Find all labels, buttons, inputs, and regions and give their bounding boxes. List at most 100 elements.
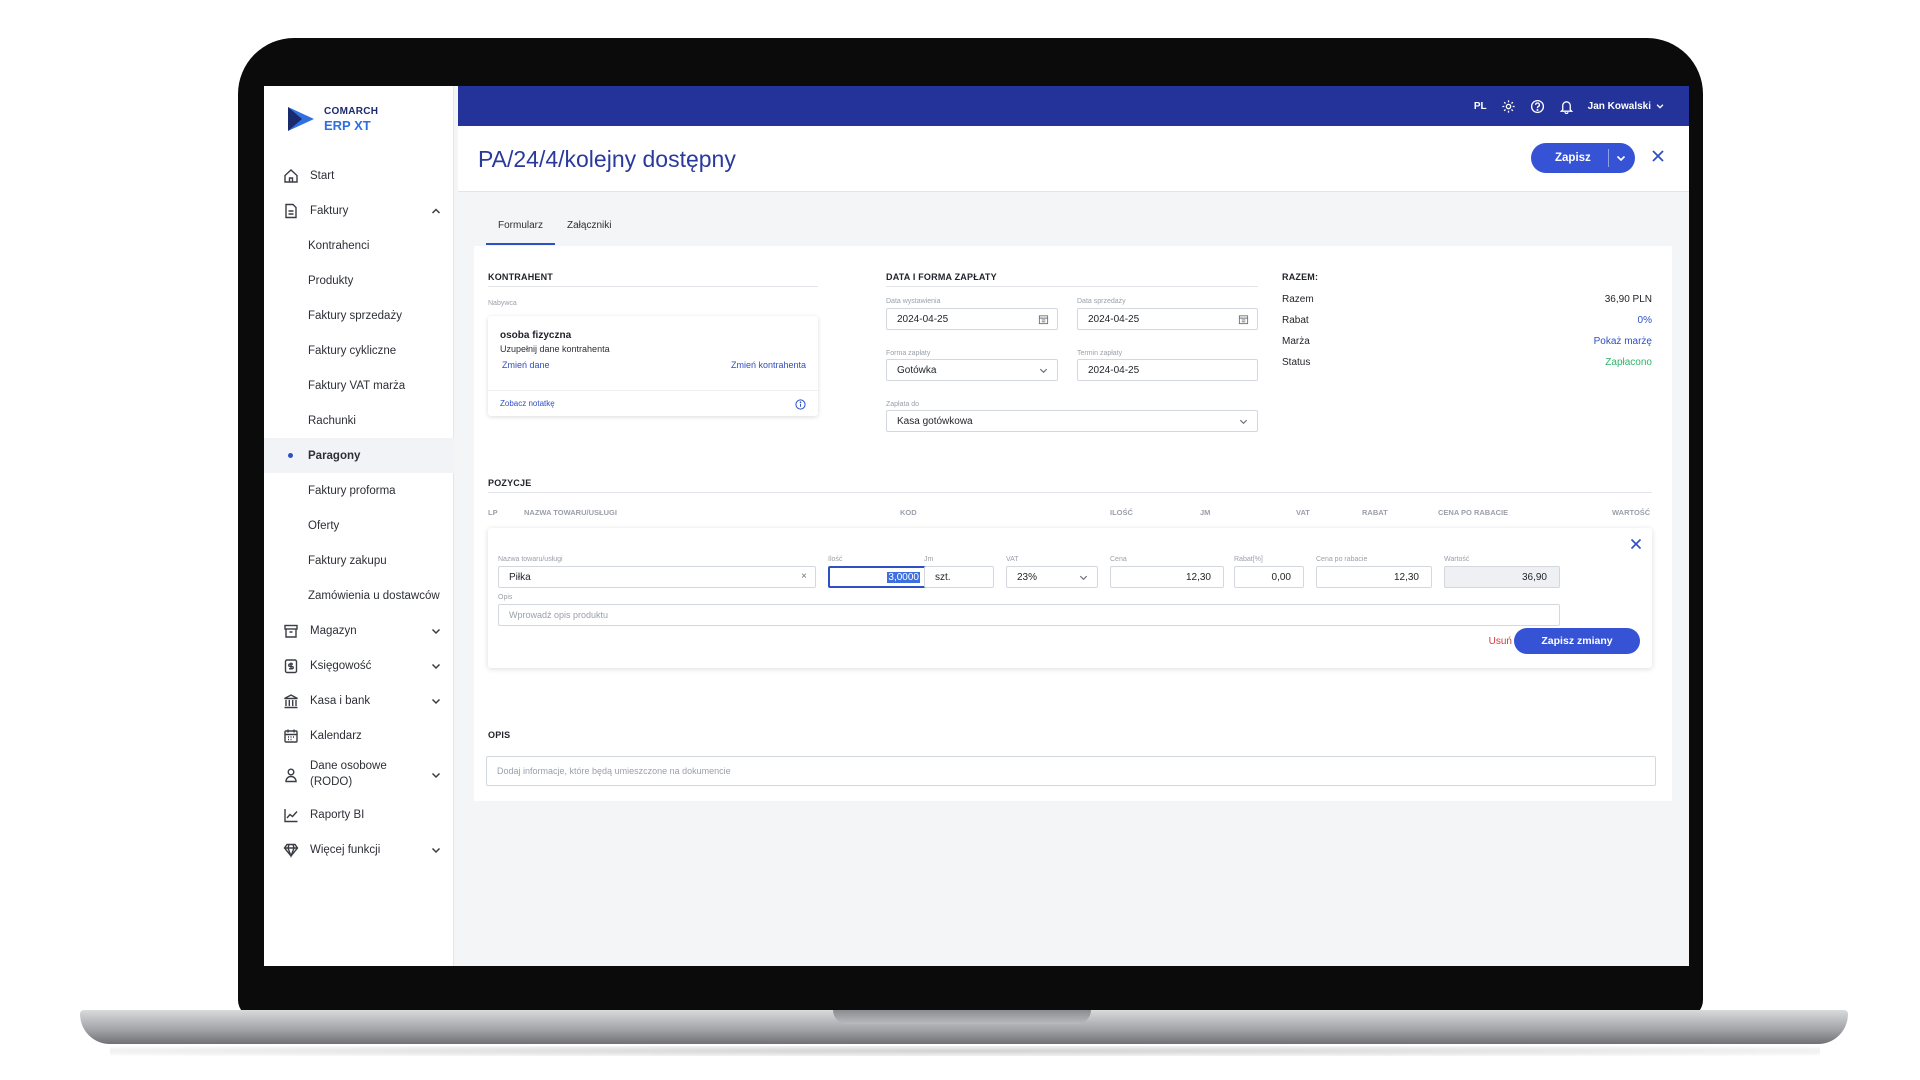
show-margin-link[interactable]: Pokaż marżę <box>1594 336 1652 347</box>
issue-date-value: 2024-04-25 <box>897 313 949 325</box>
language-switch[interactable]: PL <box>1474 101 1487 112</box>
unit-input[interactable]: szt. <box>924 566 994 588</box>
info-icon[interactable] <box>795 399 806 410</box>
close-icon[interactable] <box>1630 538 1642 550</box>
sidebar-item-faktury-sprzedazy[interactable]: Faktury sprzedaży <box>264 298 454 333</box>
help-icon[interactable] <box>1530 99 1545 114</box>
summary-row-margin: Marża Pokaż marżę <box>1282 336 1652 347</box>
price-value: 12,30 <box>1185 571 1211 583</box>
value-amount: 36,90 <box>1521 571 1547 583</box>
calendar-icon[interactable] <box>1238 314 1249 325</box>
bell-icon[interactable] <box>1559 99 1574 114</box>
sidebar-item-label: Zamówienia u dostawców <box>308 589 440 602</box>
sidebar-item-label: Start <box>310 169 335 182</box>
description-placeholder: Dodaj informacje, które będą umieszczone… <box>497 766 731 776</box>
chevron-up-icon <box>431 207 441 214</box>
gear-icon[interactable] <box>1501 99 1516 114</box>
qty-input[interactable]: 3,0000 <box>828 566 932 588</box>
save-button-label: Zapisz <box>1555 152 1591 164</box>
column-header-qty: ILOŚĆ <box>1110 508 1133 517</box>
sidebar-item-kasa-i-bank[interactable]: Kasa i bank <box>264 683 454 718</box>
sidebar-item-raporty-bi[interactable]: Raporty BI <box>264 797 454 832</box>
sidebar-item-faktury-zakupu[interactable]: Faktury zakupu <box>264 543 454 578</box>
contractor-card-footer: Zobacz notatkę <box>488 390 818 416</box>
item-name-input[interactable]: Piłka × <box>498 566 816 588</box>
buyer-label: Nabywca <box>488 300 517 307</box>
calendar-icon[interactable] <box>1038 314 1049 325</box>
see-note-link[interactable]: Zobacz notatkę <box>500 399 555 408</box>
contractor-section-title: KONTRAHENT <box>488 272 553 282</box>
sidebar-item-faktury[interactable]: Faktury <box>264 193 454 228</box>
chevron-down-icon <box>431 847 441 853</box>
delete-button[interactable]: Usuń <box>1489 636 1512 647</box>
sidebar-item-rachunki[interactable]: Rachunki <box>264 403 454 438</box>
sidebar-item-oferty[interactable]: Oferty <box>264 508 454 543</box>
top-bar: PL Jan Kowalski <box>458 86 1689 126</box>
vat-select[interactable]: 23% <box>1006 566 1098 588</box>
sidebar-item-faktury-proforma[interactable]: Faktury proforma <box>264 473 454 508</box>
save-changes-button[interactable]: Zapisz zmiany <box>1514 628 1640 654</box>
due-date-label: Termin zapłaty <box>1077 350 1123 357</box>
item-desc-input[interactable]: Wprowadź opis produktu <box>498 604 1560 626</box>
tab-zalaczniki[interactable]: Załączniki <box>555 210 623 245</box>
app-logo[interactable]: COMARCH ERP XT <box>286 104 378 134</box>
save-button[interactable]: Zapisz <box>1531 143 1635 173</box>
sidebar-item-label: Faktury proforma <box>308 484 396 497</box>
clear-icon[interactable]: × <box>801 571 807 582</box>
sidebar-item-label: Faktury VAT marża <box>308 379 406 392</box>
user-name: Jan Kowalski <box>1587 100 1651 112</box>
sidebar-item-label: Kasa i bank <box>310 694 371 707</box>
form-card: KONTRAHENT Nabywca osoba fizyczna Uzupeł… <box>474 246 1672 801</box>
page-header: PA/24/4/kolejny dostępny Zapisz <box>458 126 1689 192</box>
change-data-link[interactable]: Zmień dane <box>502 360 550 370</box>
sidebar-nav: Start Faktury Kontrahenci Produkty Faktu… <box>264 158 454 867</box>
sidebar-item-faktury-cykliczne[interactable]: Faktury cykliczne <box>264 333 454 368</box>
app-screen: COMARCH ERP XT Start Faktury Kontrahenci… <box>264 86 1689 966</box>
sidebar-item-faktury-vat-marza[interactable]: Faktury VAT marża <box>264 368 454 403</box>
sidebar-item-rodo[interactable]: Dane osobowe (RODO) <box>264 753 454 797</box>
document-description-input[interactable]: Dodaj informacje, które będą umieszczone… <box>486 756 1656 786</box>
sidebar-item-kontrahenci[interactable]: Kontrahenci <box>264 228 454 263</box>
net-price-value: 12,30 <box>1393 571 1419 583</box>
column-header-value: WARTOŚĆ <box>1612 508 1651 517</box>
sidebar-item-label: Faktury sprzedaży <box>308 309 402 322</box>
laptop-notch <box>833 1010 1091 1024</box>
chevron-down-icon <box>431 772 441 779</box>
sidebar-item-produkty[interactable]: Produkty <box>264 263 454 298</box>
user-menu[interactable]: Jan Kowalski <box>1588 101 1665 112</box>
chevron-down-icon <box>431 698 441 704</box>
payment-method-label: Forma zapłaty <box>886 350 931 357</box>
sidebar-item-ksiegowosc[interactable]: Księgowość <box>264 648 454 683</box>
chevron-down-icon[interactable] <box>1615 152 1627 164</box>
sale-date-field[interactable]: 2024-04-25 <box>1077 308 1258 330</box>
tab-formularz[interactable]: Formularz <box>486 210 556 245</box>
due-date-field[interactable]: 2024-04-25 <box>1077 359 1258 381</box>
summary-section-title: RAZEM: <box>1282 272 1319 282</box>
paid-to-select[interactable]: Kasa gotówkowa <box>886 410 1258 432</box>
discount-input[interactable]: 0,00 <box>1234 566 1304 588</box>
chevron-down-icon <box>1239 419 1248 425</box>
item-desc-label: Opis <box>498 594 513 601</box>
close-icon[interactable] <box>1651 149 1665 163</box>
summary-label: Rabat <box>1282 315 1309 326</box>
sidebar-item-paragony[interactable]: Paragony <box>264 438 454 473</box>
issue-date-field[interactable]: 2024-04-25 <box>886 308 1058 330</box>
sidebar-item-kalendarz[interactable]: Kalendarz <box>264 718 454 753</box>
sidebar-item-zamowienia[interactable]: Zamówienia u dostawców <box>264 578 454 613</box>
sidebar: COMARCH ERP XT Start Faktury Kontrahenci… <box>264 86 454 966</box>
sidebar-item-start[interactable]: Start <box>264 158 454 193</box>
payment-method-select[interactable]: Gotówka <box>886 359 1058 381</box>
position-edit-panel: Nazwa towaru/usługi Piłka × Ilość 3,0000… <box>488 528 1652 668</box>
comarch-logo-icon <box>288 107 314 131</box>
page-title: PA/24/4/kolejny dostępny <box>478 146 736 172</box>
invoice-icon <box>282 202 300 220</box>
sidebar-item-label: Paragony <box>308 449 361 462</box>
person-icon <box>282 766 300 784</box>
summary-row-status: Status Zapłacono <box>1282 357 1652 368</box>
net-price-input[interactable]: 12,30 <box>1316 566 1432 588</box>
change-contractor-link[interactable]: Zmień kontrahenta <box>731 360 806 370</box>
summary-value-discount[interactable]: 0% <box>1638 315 1652 326</box>
price-input[interactable]: 12,30 <box>1110 566 1224 588</box>
sidebar-item-magazyn[interactable]: Magazyn <box>264 613 454 648</box>
sidebar-item-wiecej-funkcji[interactable]: Więcej funkcji <box>264 832 454 867</box>
